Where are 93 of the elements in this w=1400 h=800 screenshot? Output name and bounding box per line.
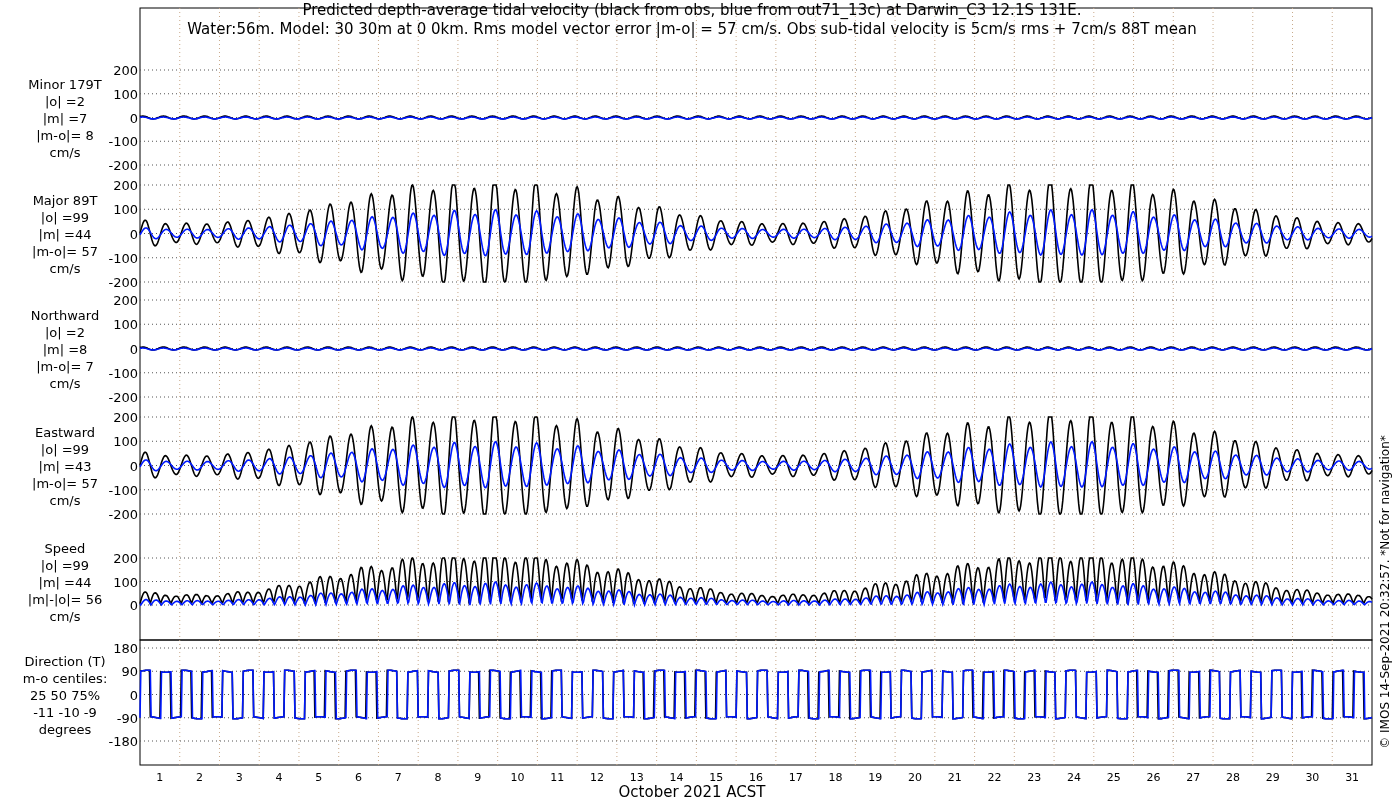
tick-label: 19 — [868, 771, 883, 784]
panel-label: |o| =2 — [45, 324, 85, 340]
panel-label: |m| =44 — [38, 574, 92, 590]
panel-label: Major 89T — [32, 192, 98, 208]
tick-label: 200 — [113, 293, 138, 308]
tick-label: 8 — [434, 771, 442, 784]
tick-label: 16 — [749, 771, 763, 784]
panel-label: |m| =44 — [38, 226, 92, 242]
chart-title: Water:56m. Model: 30 30m at 0 0km. Rms model vector error |m-o| = 57 cm/s. Obs sub-tidal velocity is 5cm/s rms + 7cm/s 88T mean — [187, 20, 1197, 38]
tick-label: 20 — [907, 771, 922, 784]
tick-label: 4 — [275, 771, 283, 784]
tick-label: -200 — [108, 507, 138, 522]
tick-label: -90 — [116, 710, 138, 726]
tick-label: 200 — [113, 63, 138, 78]
tick-label: 30 — [1305, 771, 1320, 784]
tick-label: 10 — [510, 771, 525, 784]
tick-label: 15 — [709, 771, 724, 784]
tick-label: 21 — [947, 771, 962, 784]
panel-label: |m-o|= 8 — [36, 127, 94, 143]
tick-label: 24 — [1066, 771, 1081, 784]
panel-label: m-o centiles: — [22, 670, 108, 686]
panel-label: Speed — [44, 540, 86, 556]
tick-label: 2 — [196, 771, 204, 784]
panel-label: |m-o|= 57 — [32, 243, 98, 259]
tick-label: 200 — [113, 551, 138, 566]
tick-label: 5 — [315, 771, 323, 784]
tick-label: -100 — [108, 365, 138, 381]
tick-label: -200 — [108, 275, 138, 290]
copyright-note: © IMOS 14-Sep-2021 20:32:57. *Not for navigation* — [1378, 435, 1392, 749]
tick-label: -100 — [108, 250, 138, 266]
panel-label: |m| =7 — [42, 110, 88, 126]
tick-label: 9 — [474, 771, 482, 784]
panel-label: degrees — [38, 721, 92, 737]
panel-label: |o| =99 — [40, 209, 90, 225]
tick-label: 100 — [113, 434, 138, 450]
panel-label: -11 -10 -9 — [33, 704, 97, 720]
tick-label: 25 — [1106, 771, 1121, 784]
tick-label: 18 — [828, 771, 843, 784]
tick-label: 100 — [113, 86, 138, 102]
panel-label: cm/s — [49, 492, 81, 508]
tick-label: 11 — [550, 771, 565, 784]
panel-label: cm/s — [49, 608, 81, 624]
tick-label: 28 — [1225, 771, 1240, 784]
panel-label: Direction (T) — [24, 653, 106, 669]
tick-label: 100 — [113, 574, 138, 590]
tick-label: -100 — [108, 482, 138, 498]
tick-label: 22 — [987, 771, 1002, 784]
panel-label: 25 50 75% — [29, 687, 101, 703]
tick-label: 13 — [629, 771, 644, 784]
panel-label: Minor 179T — [28, 76, 102, 92]
tick-label: 3 — [235, 771, 243, 784]
tick-label: -200 — [108, 158, 138, 173]
panel-label: |o| =2 — [45, 93, 85, 109]
tick-label: 0 — [129, 687, 138, 703]
tick-label: 31 — [1345, 771, 1360, 784]
tick-label: -100 — [108, 134, 138, 150]
tick-label: -200 — [108, 390, 138, 405]
panel-label: cm/s — [49, 260, 81, 276]
tick-label: 17 — [788, 771, 803, 784]
tick-label: 200 — [113, 410, 138, 425]
tick-label: 0 — [129, 226, 138, 242]
panel-label: Eastward — [35, 424, 95, 440]
tick-label: 6 — [355, 771, 363, 784]
panel-label: cm/s — [49, 144, 81, 160]
panel-label: |m-o|= 57 — [32, 475, 98, 491]
panel-label: |o| =99 — [40, 557, 90, 573]
tick-label: 29 — [1265, 771, 1280, 784]
tick-label: 0 — [129, 341, 138, 357]
panel-label: Northward — [30, 307, 100, 323]
panel-label: |m| =43 — [38, 458, 92, 474]
panel-label: |o| =99 — [40, 441, 90, 457]
tick-label: 180 — [113, 641, 138, 656]
panel-label: cm/s — [49, 375, 81, 391]
tick-label: 14 — [669, 771, 684, 784]
tick-label: 100 — [113, 317, 138, 333]
tick-label: 0 — [129, 110, 138, 126]
tick-label: 7 — [394, 771, 402, 784]
tick-label: 200 — [113, 178, 138, 193]
tick-label: 0 — [129, 598, 138, 613]
tick-label: 26 — [1146, 771, 1161, 784]
panel-label: |m| =8 — [42, 341, 88, 357]
tick-label: 12 — [590, 771, 605, 784]
chart-title: Predicted depth-average tidal velocity (black from obs, blue from out71_13c) at Darwin_C3 12.1S 131E. — [302, 1, 1082, 19]
axis-label: October 2021 ACST — [618, 783, 766, 800]
tick-label: 90 — [121, 664, 138, 680]
tick-label: 0 — [129, 458, 138, 474]
tick-label: -180 — [108, 734, 138, 749]
tick-label: 23 — [1027, 771, 1042, 784]
panel-label: |m-o|= 7 — [36, 358, 94, 374]
tick-label: 1 — [156, 771, 164, 784]
tick-label: 100 — [113, 202, 138, 218]
tick-label: 27 — [1186, 771, 1201, 784]
panel-label: |m|-|o|= 56 — [27, 591, 103, 607]
